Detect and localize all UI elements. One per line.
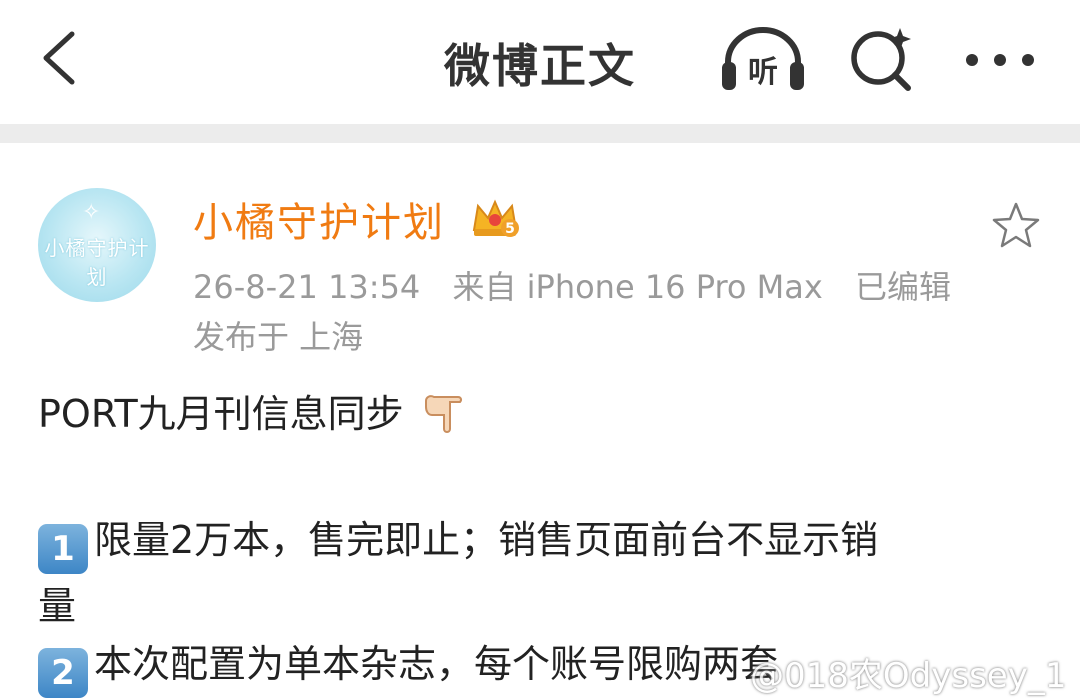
edited-label[interactable]: 已编辑 bbox=[855, 268, 951, 306]
item-1-text: 限量2万本，售完即止；销售页面前台不显示销 bbox=[94, 518, 879, 562]
post-item-1-cont: 量 bbox=[38, 584, 77, 628]
post-item-1: 1 限量2万本，售完即止；销售页面前台不显示销 bbox=[38, 514, 1038, 574]
post-time: 26-8-21 13:54 bbox=[193, 268, 421, 306]
keycap-2-icon: 2 bbox=[38, 648, 88, 698]
pointing-down-hand-icon bbox=[424, 395, 462, 433]
avatar-text: 小橘守护计划 bbox=[44, 236, 150, 289]
more-options-icon[interactable] bbox=[964, 50, 1036, 70]
post-location: 发布于 上海 bbox=[193, 318, 364, 356]
post-line-1: PORT九月刊信息同步 bbox=[38, 388, 1038, 440]
vip-crown-icon[interactable]: 5 bbox=[470, 196, 520, 240]
section-divider bbox=[0, 124, 1080, 143]
keycap-1-icon: 1 bbox=[38, 524, 88, 574]
search-icon[interactable] bbox=[846, 22, 918, 94]
top-bar: 微博正文 听 bbox=[0, 0, 1080, 124]
headphones-listen-icon[interactable]: 听 bbox=[718, 22, 808, 94]
butterfly-icon: ✧ bbox=[82, 200, 101, 225]
avatar[interactable]: ✧ 小橘守护计划 bbox=[38, 188, 156, 302]
post-headline: PORT九月刊信息同步 bbox=[38, 392, 404, 436]
favorite-star-icon[interactable] bbox=[990, 200, 1042, 252]
post-source: 来自 iPhone 16 Pro Max bbox=[452, 268, 823, 306]
item-2-text: 本次配置为单本杂志，每个账号限购两套 bbox=[94, 642, 779, 686]
listen-label: 听 bbox=[748, 55, 778, 90]
vip-level: 5 bbox=[505, 221, 515, 237]
watermark: @018农Odyssey_1 bbox=[750, 656, 1067, 696]
page-title: 微博正文 bbox=[444, 39, 636, 93]
author-name[interactable]: 小橘守护计划 bbox=[193, 190, 445, 248]
post-meta: 26-8-21 13:54 来自 iPhone 16 Pro Max 已编辑 bbox=[193, 262, 973, 308]
